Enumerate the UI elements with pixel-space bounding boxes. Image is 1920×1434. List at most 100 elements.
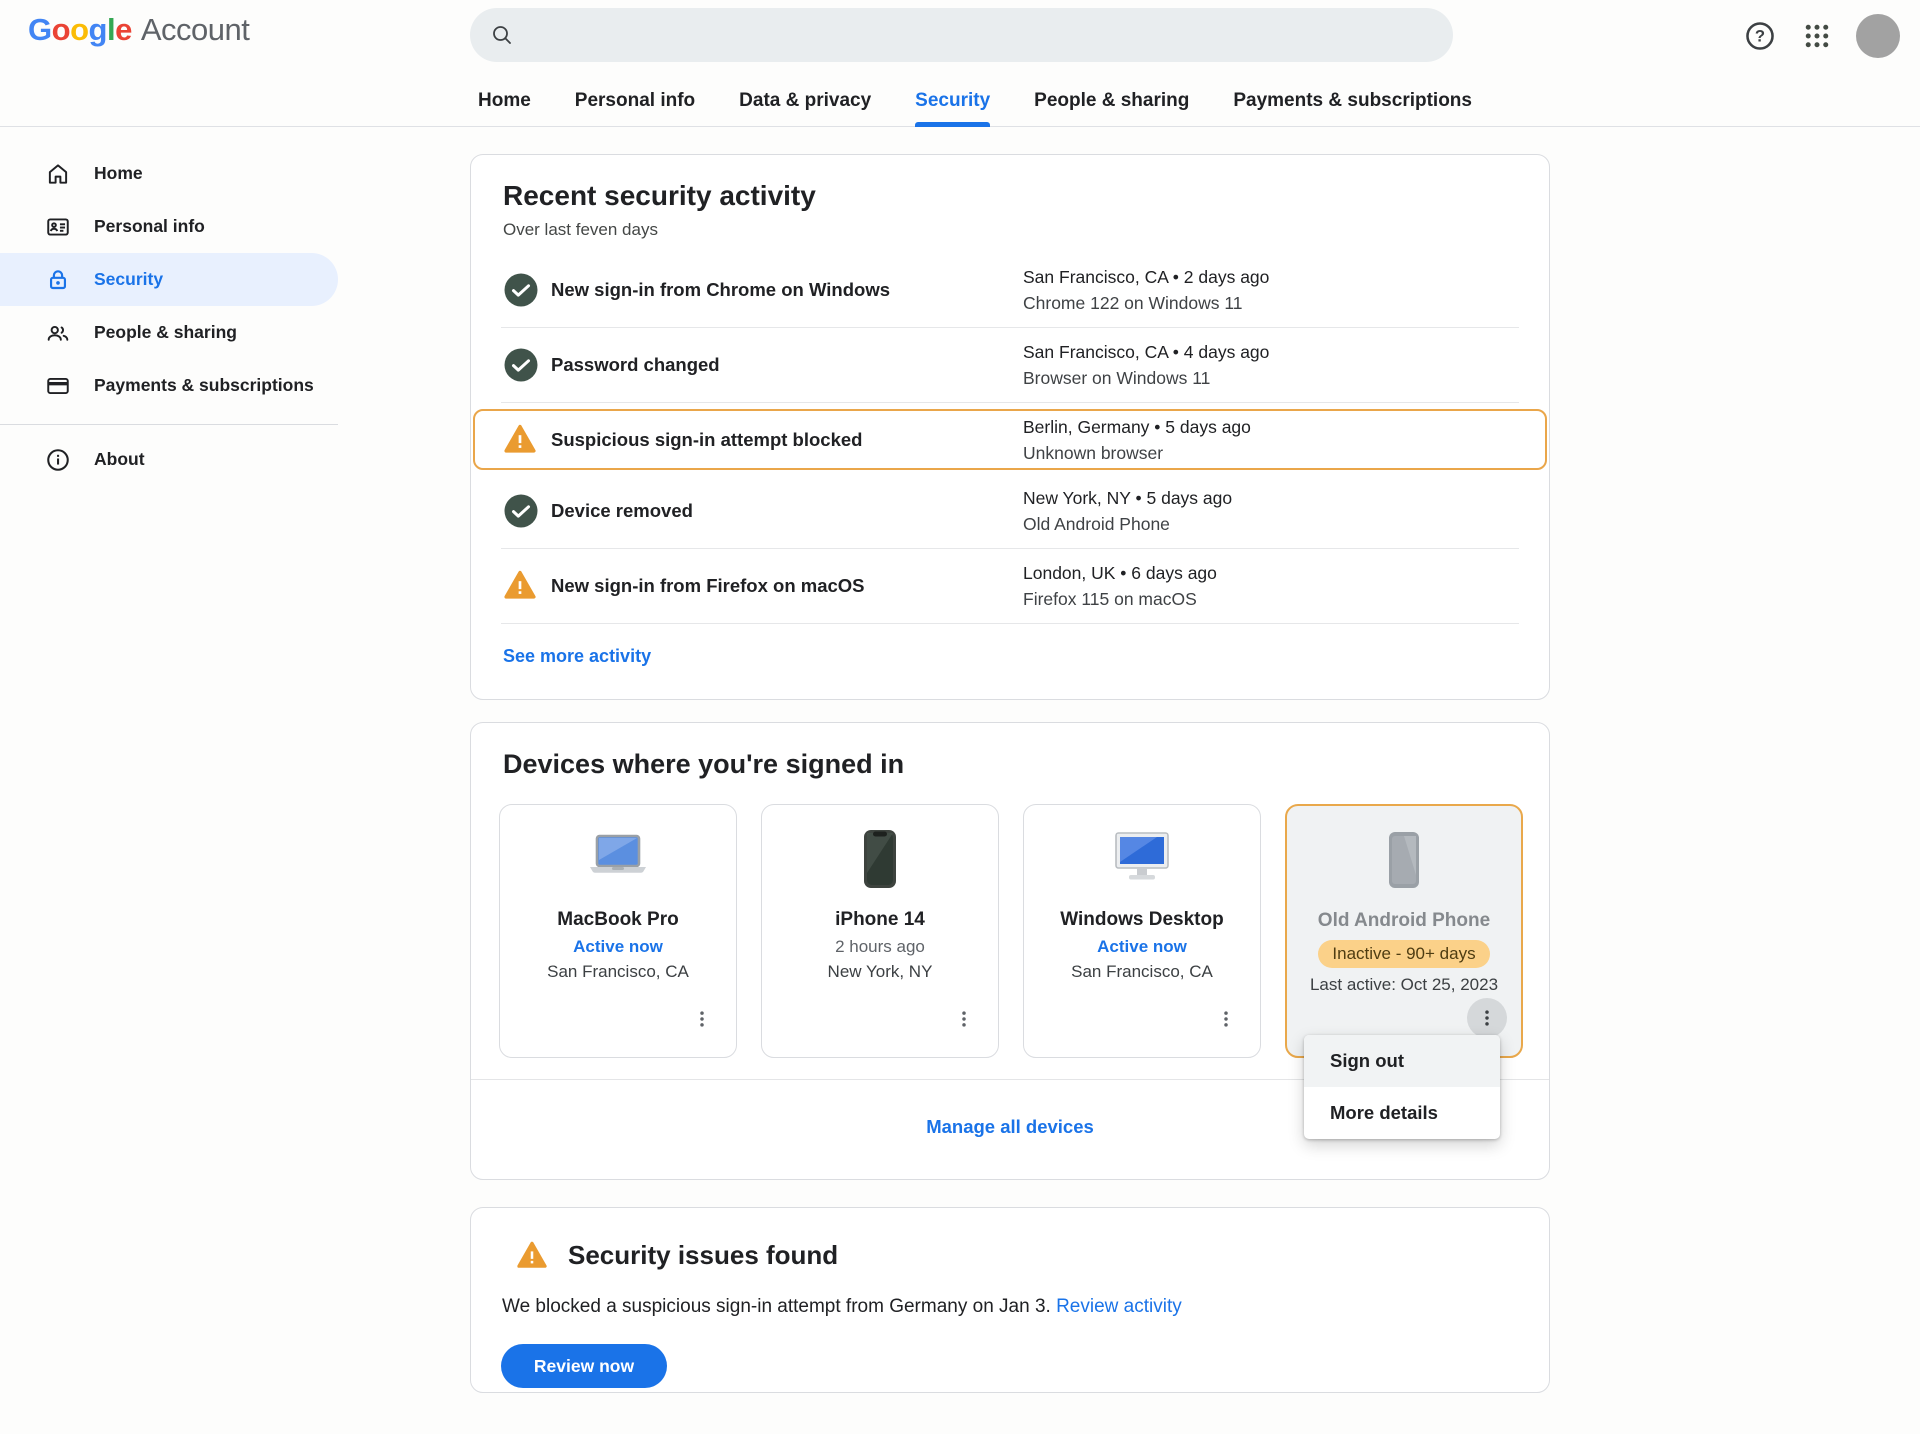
warning-triangle-icon bbox=[516, 1239, 548, 1271]
activity-row[interactable]: New sign-in from Chrome on Windows San F… bbox=[501, 253, 1519, 328]
google-account-logo[interactable]: Google Account bbox=[28, 12, 249, 48]
apps-grid-icon[interactable] bbox=[1797, 16, 1837, 56]
activity-meta-line1: San Francisco, CA • 2 days ago bbox=[1023, 264, 1517, 290]
sidebar-item-home[interactable]: Home bbox=[0, 147, 338, 200]
activity-label: Suspicious sign-in attempt blocked bbox=[551, 429, 1023, 451]
activity-meta-line1: New York, NY • 5 days ago bbox=[1023, 485, 1517, 511]
device-menu-kebab-icon[interactable] bbox=[682, 999, 722, 1039]
activity-label: Password changed bbox=[551, 354, 1023, 376]
warning-triangle-icon bbox=[503, 568, 539, 604]
issues-title: Security issues found bbox=[568, 1238, 838, 1272]
activity-meta-line2: Unknown browser bbox=[1023, 440, 1517, 466]
top-bar: Google Account ? Home Personal info Data… bbox=[0, 0, 1920, 127]
menu-item-sign-out[interactable]: Sign out bbox=[1304, 1035, 1500, 1087]
lock-icon bbox=[45, 267, 71, 293]
activity-title: Recent security activity bbox=[503, 179, 1517, 213]
menu-item-more-details[interactable]: More details bbox=[1304, 1087, 1500, 1139]
sidebar-item-personal-info[interactable]: Personal info bbox=[0, 200, 338, 253]
device-menu-kebab-icon[interactable] bbox=[944, 999, 984, 1039]
tab-people-sharing[interactable]: People & sharing bbox=[1034, 78, 1189, 127]
activity-row[interactable]: New sign-in from Firefox on macOS London… bbox=[501, 549, 1519, 624]
device-card-old-android-phone[interactable]: Old Android Phone Inactive - 90+ days La… bbox=[1285, 804, 1523, 1058]
review-now-button[interactable]: Review now bbox=[501, 1344, 667, 1388]
tab-payments-subscriptions[interactable]: Payments & subscriptions bbox=[1233, 78, 1472, 127]
activity-meta-line2: Firefox 115 on macOS bbox=[1023, 586, 1517, 612]
activity-meta-line1: London, UK • 6 days ago bbox=[1023, 560, 1517, 586]
product-name: Account bbox=[141, 12, 250, 48]
check-circle-icon bbox=[503, 493, 539, 529]
activity-label: New sign-in from Chrome on Windows bbox=[551, 279, 1023, 301]
activity-meta: Berlin, Germany • 5 days ago Unknown bro… bbox=[1023, 414, 1517, 466]
sidebar: Home Personal info Security People & sha… bbox=[0, 127, 340, 486]
avatar[interactable] bbox=[1856, 14, 1900, 58]
smartphone-icon bbox=[762, 831, 998, 887]
activity-label: New sign-in from Firefox on macOS bbox=[551, 575, 1023, 597]
review-activity-link[interactable]: Review activity bbox=[1056, 1296, 1182, 1317]
device-location: San Francisco, CA bbox=[500, 962, 736, 982]
people-icon bbox=[45, 320, 71, 346]
home-icon bbox=[45, 161, 71, 187]
manage-all-devices-link[interactable]: Manage all devices bbox=[926, 1116, 1094, 1137]
device-last-active: Last active: Oct 25, 2023 bbox=[1287, 975, 1521, 995]
sidebar-item-people-sharing[interactable]: People & sharing bbox=[0, 306, 338, 359]
svg-text:?: ? bbox=[1755, 27, 1765, 46]
device-card-macbook-pro[interactable]: MacBook Pro Active now San Francisco, CA bbox=[499, 804, 737, 1058]
tab-personal-info[interactable]: Personal info bbox=[575, 78, 695, 127]
check-circle-icon bbox=[503, 347, 539, 383]
activity-row-highlighted[interactable]: Suspicious sign-in attempt blocked Berli… bbox=[473, 409, 1547, 470]
sidebar-item-label: About bbox=[94, 449, 145, 470]
activity-meta-line1: San Francisco, CA • 4 days ago bbox=[1023, 339, 1517, 365]
device-name: Windows Desktop bbox=[1024, 909, 1260, 931]
issues-message: We blocked a suspicious sign-in attempt … bbox=[502, 1294, 1517, 1320]
search-bar[interactable] bbox=[470, 8, 1453, 62]
device-grid: MacBook Pro Active now San Francisco, CA… bbox=[499, 804, 1549, 1058]
sidebar-item-security[interactable]: Security bbox=[0, 253, 338, 306]
sidebar-item-label: People & sharing bbox=[94, 322, 237, 343]
activity-meta-line2: Old Android Phone bbox=[1023, 511, 1517, 537]
search-input[interactable] bbox=[528, 25, 1453, 46]
sidebar-item-payments-subscriptions[interactable]: Payments & subscriptions bbox=[0, 359, 338, 412]
device-menu-kebab-icon[interactable] bbox=[1206, 999, 1246, 1039]
activity-meta-line2: Chrome 122 on Windows 11 bbox=[1023, 290, 1517, 316]
info-icon bbox=[45, 447, 71, 473]
security-issues-card: Security issues found We blocked a suspi… bbox=[470, 1207, 1550, 1393]
device-location: New York, NY bbox=[762, 962, 998, 982]
activity-row[interactable]: Password changed San Francisco, CA • 4 d… bbox=[501, 328, 1519, 403]
primary-tabs: Home Personal info Data & privacy Securi… bbox=[478, 78, 1472, 127]
device-name: Old Android Phone bbox=[1287, 910, 1521, 932]
device-menu-kebab-icon[interactable] bbox=[1467, 998, 1507, 1038]
device-name: iPhone 14 bbox=[762, 909, 998, 931]
device-card-windows-desktop[interactable]: Windows Desktop Active now San Francisco… bbox=[1023, 804, 1261, 1058]
desktop-monitor-icon bbox=[1024, 831, 1260, 887]
sidebar-divider bbox=[0, 424, 338, 425]
activity-meta: New York, NY • 5 days ago Old Android Ph… bbox=[1023, 485, 1517, 537]
device-location: San Francisco, CA bbox=[1024, 962, 1260, 982]
device-name: MacBook Pro bbox=[500, 909, 736, 931]
device-status: Active now bbox=[1024, 937, 1260, 957]
device-context-menu: Sign out More details bbox=[1304, 1035, 1500, 1139]
activity-meta-line1: Berlin, Germany • 5 days ago bbox=[1023, 414, 1517, 440]
sidebar-item-about[interactable]: About bbox=[0, 433, 338, 486]
tab-data-privacy[interactable]: Data & privacy bbox=[739, 78, 871, 127]
device-status: 2 hours ago bbox=[762, 937, 998, 957]
activity-rows: New sign-in from Chrome on Windows San F… bbox=[471, 253, 1549, 624]
device-card-iphone-14[interactable]: iPhone 14 2 hours ago New York, NY bbox=[761, 804, 999, 1058]
laptop-icon bbox=[500, 831, 736, 887]
device-status: Active now bbox=[500, 937, 736, 957]
see-more-activity-link[interactable]: See more activity bbox=[503, 646, 651, 667]
activity-meta: San Francisco, CA • 4 days ago Browser o… bbox=[1023, 339, 1517, 391]
search-icon bbox=[490, 23, 514, 47]
google-wordmark: Google bbox=[28, 12, 132, 48]
sidebar-item-label: Personal info bbox=[94, 216, 205, 237]
warning-triangle-icon bbox=[503, 422, 539, 458]
contact-card-icon bbox=[45, 214, 71, 240]
recent-security-activity-card: Recent security activity Over last feven… bbox=[470, 154, 1550, 700]
activity-subtitle: Over last feven days bbox=[503, 219, 1517, 241]
activity-row[interactable]: Device removed New York, NY • 5 days ago… bbox=[501, 474, 1519, 549]
tab-security[interactable]: Security bbox=[915, 78, 990, 127]
activity-meta: London, UK • 6 days ago Firefox 115 on m… bbox=[1023, 560, 1517, 612]
sidebar-item-label: Security bbox=[94, 269, 163, 290]
help-button[interactable]: ? bbox=[1740, 16, 1780, 56]
activity-label: Device removed bbox=[551, 500, 1023, 522]
tab-home[interactable]: Home bbox=[478, 78, 531, 127]
